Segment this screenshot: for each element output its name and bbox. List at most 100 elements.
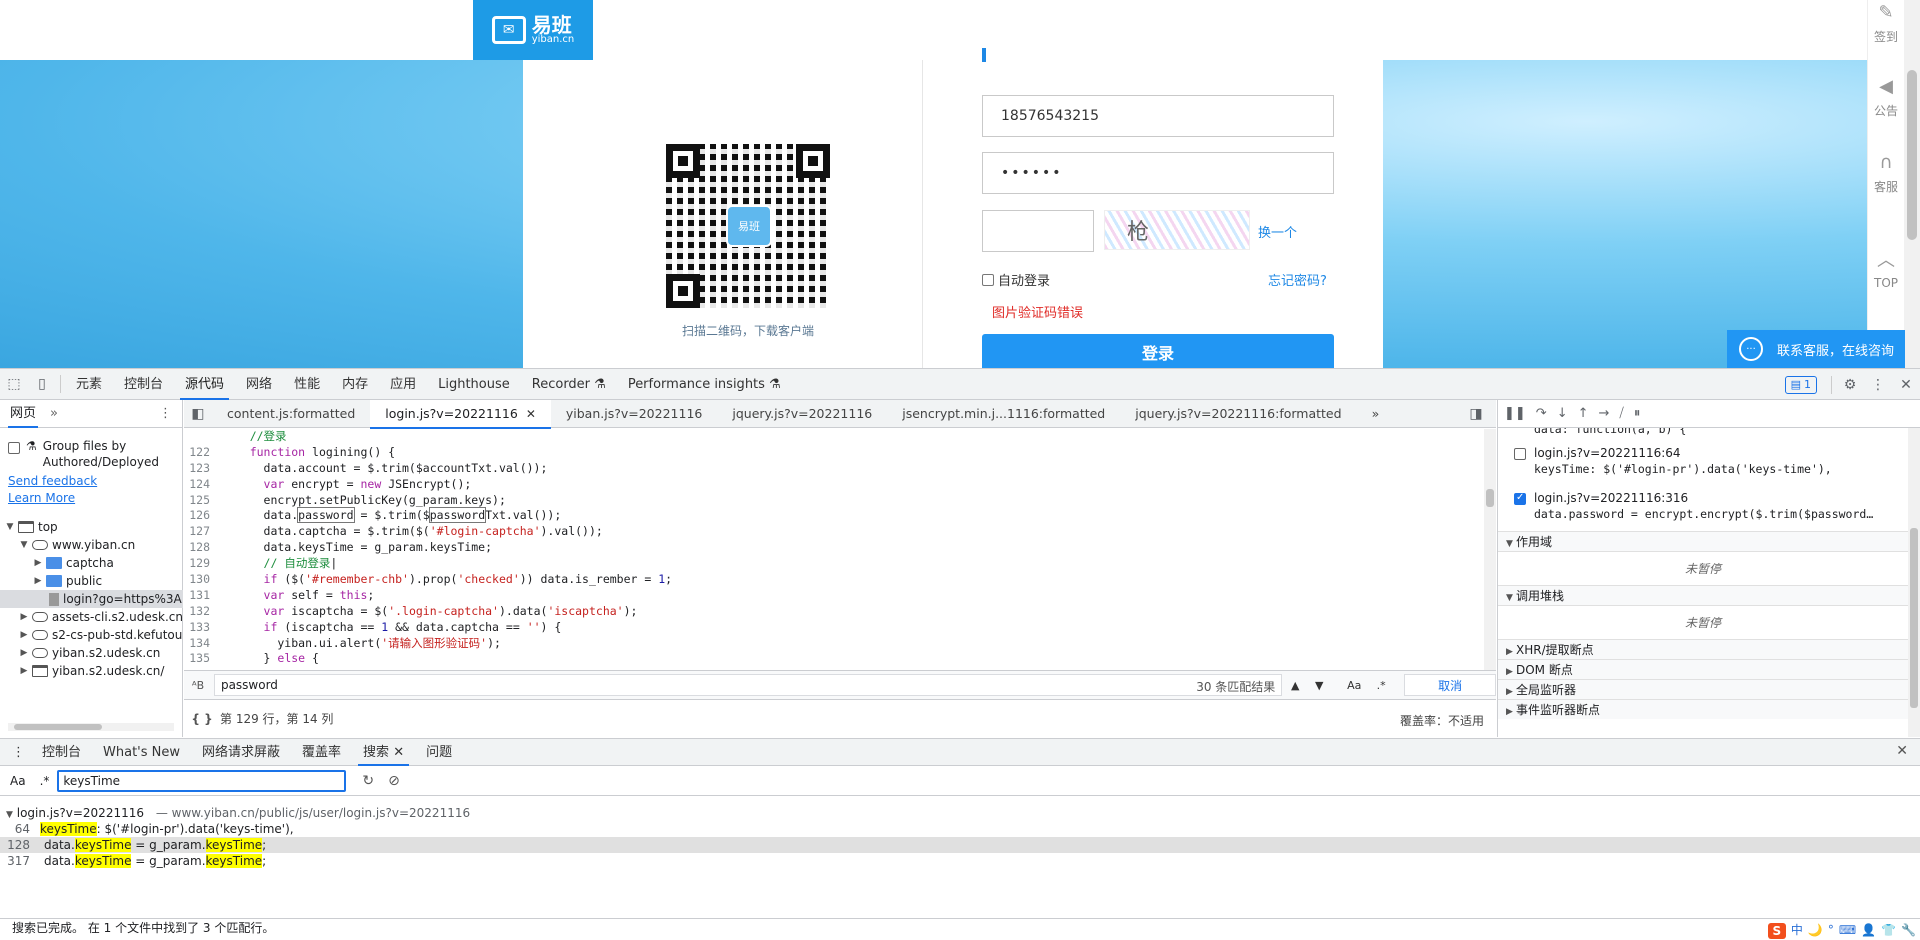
search-regex-toggle[interactable]: .* <box>40 774 50 788</box>
drawer-tab[interactable]: 问题 <box>415 739 463 766</box>
replace-toggle-icon[interactable]: ᴬB <box>184 679 212 692</box>
close-devtools-icon[interactable]: ✕ <box>1892 369 1920 400</box>
search-input[interactable]: keysTime <box>57 769 347 792</box>
global-listeners-header[interactable]: ▶ 全局监听器 <box>1498 679 1908 699</box>
phone-input[interactable]: 18576543215 <box>982 95 1334 137</box>
code-line[interactable]: 130 if ($('#remember-chb').prop('checked… <box>184 572 1484 588</box>
deactivate-breakpoints-icon[interactable]: ⧸ <box>1619 406 1623 421</box>
dom-breakpoints-header[interactable]: ▶ DOM 断点 <box>1498 659 1908 679</box>
sogou-ime-icon[interactable]: S <box>1767 922 1786 939</box>
line-number[interactable]: 130 <box>184 572 222 588</box>
devtools-tab[interactable]: 元素 <box>65 369 113 400</box>
drawer-tab[interactable]: 搜索 ✕ <box>352 739 415 766</box>
tree-item[interactable]: ▼ top <box>0 518 183 536</box>
file-tab[interactable]: login.js?v=20221116 ✕ <box>370 399 551 429</box>
file-tab[interactable]: jsencrypt.min.j...1116:formatted <box>887 400 1120 428</box>
pause-on-exceptions-icon[interactable]: ⏸ <box>1634 406 1641 421</box>
devtools-tab[interactable]: 应用 <box>379 369 427 400</box>
group-files-checkbox-box[interactable] <box>8 442 20 454</box>
event-listener-breakpoints-header[interactable]: ▶ 事件监听器断点 <box>1498 699 1908 719</box>
file-tab[interactable]: jquery.js?v=20221116:formatted <box>1120 400 1356 428</box>
refresh-icon[interactable]: ↻ <box>362 773 374 789</box>
learn-more-link[interactable]: Learn More <box>8 491 75 505</box>
code-line[interactable]: 134 yiban.ui.alert('请输入图形验证码'); <box>184 636 1484 652</box>
code-line[interactable]: 123 data.account = $.trim($accountTxt.va… <box>184 461 1484 477</box>
devtools-tab[interactable]: 网络 <box>235 369 283 400</box>
ime-punctuation-icon[interactable]: ° <box>1828 921 1834 940</box>
close-drawer-icon[interactable]: ✕ <box>1896 743 1908 759</box>
login-button[interactable]: 登录 <box>982 334 1334 368</box>
code-line[interactable]: 122 function logining() { <box>184 445 1484 461</box>
code-line[interactable]: //登录 <box>184 429 1484 445</box>
line-number[interactable]: 123 <box>184 461 222 477</box>
line-number[interactable]: 124 <box>184 477 222 493</box>
devtools-tab[interactable]: 控制台 <box>113 369 174 400</box>
callstack-section-header[interactable]: ▼ 调用堆栈 <box>1498 585 1908 605</box>
step-out-icon[interactable]: ↑ <box>1578 406 1589 421</box>
xhr-breakpoints-header[interactable]: ▶ XHR/提取断点 <box>1498 639 1908 659</box>
tree-item[interactable]: ▶ public <box>0 572 183 590</box>
ime-chinese-mode-icon[interactable]: 中 <box>1791 921 1803 940</box>
find-input[interactable]: password 30 条匹配结果 <box>213 674 1283 696</box>
find-previous-icon[interactable]: ▲ <box>1284 674 1306 696</box>
tree-item[interactable]: ▶ s2-cs-pub-std.kefutou <box>0 626 183 644</box>
navigator-menu-icon[interactable]: ⋮ <box>159 400 172 428</box>
file-tabs-more-chevron-icon[interactable]: » <box>1357 400 1395 428</box>
drawer-tab[interactable]: 网络请求屏蔽 <box>191 739 291 766</box>
captcha-image[interactable]: 枪 <box>1104 210 1250 250</box>
group-files-checkbox[interactable]: ⚗ Group files by Authored/Deployed <box>8 438 161 470</box>
pause-icon[interactable]: ❚❚ <box>1504 406 1526 421</box>
devtools-tab[interactable]: Performance insights ⚗ <box>617 369 792 400</box>
line-number[interactable]: 128 <box>184 540 222 556</box>
ime-keyboard-icon[interactable]: ⌨ <box>1839 921 1856 940</box>
code-line[interactable]: 126 data.password = $.trim($passwordTxt.… <box>184 507 1484 524</box>
rail-checkin[interactable]: ✎ 签到 <box>1868 2 1904 45</box>
forgot-password-link[interactable]: 忘记密码? <box>1268 270 1327 289</box>
search-result-line[interactable]: 128 data.keysTime = g_param.keysTime; <box>0 837 1920 853</box>
line-number[interactable]: 134 <box>184 636 222 652</box>
line-number[interactable]: 129 <box>184 556 222 572</box>
tree-item[interactable]: ▶ yiban.s2.udesk.cn <box>0 644 183 662</box>
line-number[interactable]: 135 <box>184 651 222 667</box>
rail-announcement[interactable]: ◀ 公告 <box>1868 76 1904 119</box>
scope-section-header[interactable]: ▼ 作用域 <box>1498 531 1908 551</box>
match-case-toggle[interactable]: Aa <box>1340 674 1368 696</box>
line-number[interactable]: 127 <box>184 524 222 540</box>
navigator-tab-page[interactable]: 网页 <box>7 400 39 428</box>
ime-moon-icon[interactable]: 🌙 <box>1808 921 1823 940</box>
find-next-icon[interactable]: ▼ <box>1308 674 1330 696</box>
remember-checkbox-box[interactable] <box>982 273 994 286</box>
captcha-refresh-link[interactable]: 换一个 <box>1258 222 1297 241</box>
drawer-menu-icon[interactable]: ⋮ <box>0 739 31 766</box>
line-number[interactable]: 125 <box>184 493 222 509</box>
navigator-horizontal-scrollbar[interactable] <box>8 723 174 731</box>
breakpoint-checkbox[interactable] <box>1514 448 1526 460</box>
toggle-debugger-icon[interactable]: ◨ <box>1462 398 1490 429</box>
search-result-file[interactable]: ▼ login.js?v=20221116 — www.yiban.cn/pub… <box>0 805 1920 821</box>
file-tab[interactable]: content.js:formatted <box>212 400 370 428</box>
code-line[interactable]: 127 data.captcha = $.trim($('#login-capt… <box>184 524 1484 540</box>
code-line[interactable]: 131 var self = this; <box>184 588 1484 604</box>
code-line[interactable]: 128 data.keysTime = g_param.keysTime; <box>184 540 1484 556</box>
search-result-line[interactable]: 64 keysTime: $('#login-pr').data('keys-ti… <box>0 821 1920 837</box>
devtools-tab[interactable]: Lighthouse <box>427 369 521 400</box>
rail-service[interactable]: ∩ 客服 <box>1868 152 1904 195</box>
step-into-icon[interactable]: ↓ <box>1557 406 1568 421</box>
issues-badge[interactable]: ▤ 1 <box>1784 375 1817 394</box>
code-line[interactable]: 129 // 自动登录| <box>184 556 1484 572</box>
drawer-tab[interactable]: 覆盖率 <box>291 739 352 766</box>
ime-skin-icon[interactable]: 👕 <box>1881 921 1896 940</box>
yiban-logo[interactable]: ✉ 易班 yiban.cn <box>473 0 593 60</box>
tree-item[interactable]: ▶ assets-cli.s2.udesk.cn <box>0 608 184 626</box>
file-tab[interactable]: jquery.js?v=20221116 <box>717 400 887 428</box>
device-toolbar-icon[interactable]: ▯ <box>28 369 56 400</box>
code-content[interactable]: //登录 122 function logining() {123 data.ac… <box>184 429 1484 670</box>
remember-checkbox[interactable]: 自动登录 <box>982 270 1050 289</box>
online-support-button[interactable]: ··· 联系客服，在线咨询 <box>1727 330 1905 368</box>
line-number[interactable] <box>184 429 222 445</box>
pretty-print-icon[interactable]: { } <box>184 712 220 726</box>
step-icon[interactable]: → <box>1599 406 1610 421</box>
code-line[interactable]: 135 } else { <box>184 651 1484 667</box>
search-match-case-toggle[interactable]: Aa <box>10 774 26 788</box>
page-scrollbar-thumb[interactable] <box>1907 70 1917 240</box>
